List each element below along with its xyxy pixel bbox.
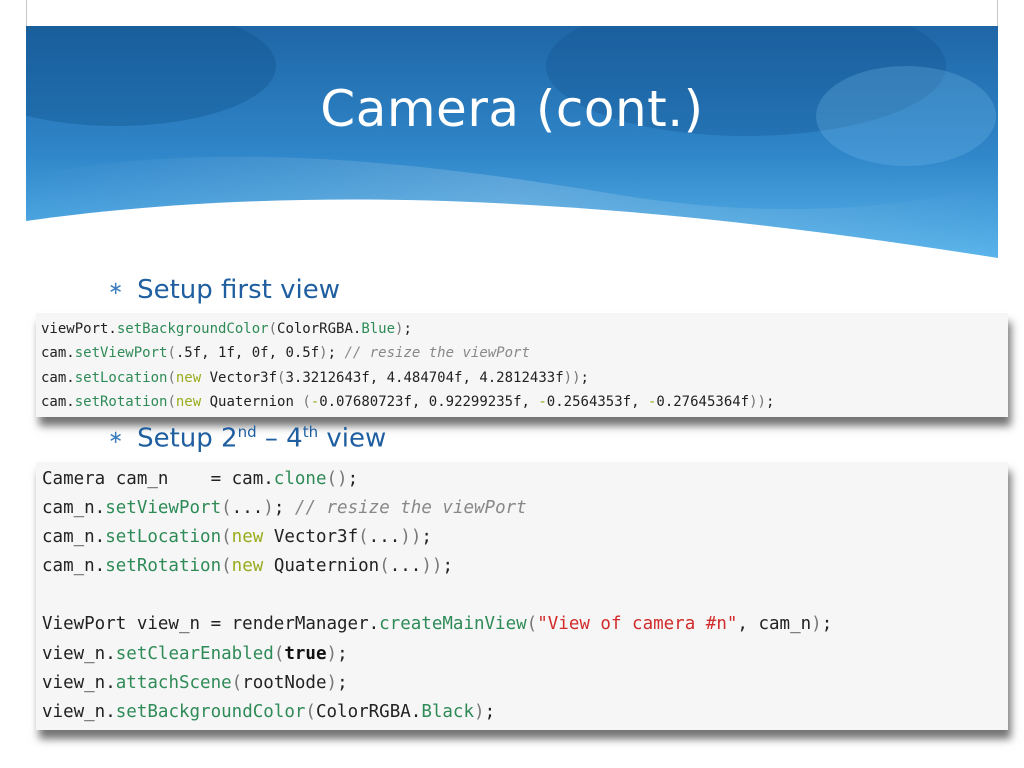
code-line: cam.setRotation(new Quaternion (-0.07680… [41,393,775,410]
code-line: view_n.setBackgroundColor(ColorRGBA.Blac… [42,701,496,722]
code-line: cam_n.setRotation(new Quaternion(...)); [42,556,453,577]
slide-title: Camera (cont.) [320,80,704,138]
code-block-first-view: viewPort.setBackgroundColor(ColorRGBA.Bl… [36,313,1008,417]
code-line: view_n.setClearEnabled(true); [42,643,348,664]
title-banner [26,26,998,258]
code-line: cam.setLocation(new Vector3f(3.3212643f,… [41,369,589,386]
code-line: cam.setViewPort(.5f, 1f, 0f, 0.5f); // r… [41,345,530,362]
bullet-setup-first-view: ∗ Setup first view [108,275,340,305]
bullet-setup-other-views: ∗ Setup 2nd – 4th view [108,423,387,454]
code-line: Camera cam_n = cam.clone(); [42,469,359,489]
slide-top-frame [26,0,998,26]
bullet-asterisk-icon: ∗ [108,426,124,448]
banner-background [26,26,998,258]
code-line: viewPort.setBackgroundColor(ColorRGBA.Bl… [41,321,412,337]
code-line: cam_n.setLocation(new Vector3f(...)); [42,527,432,548]
code-line: cam_n.setViewPort(...); // resize the vi… [42,498,527,519]
bullet-asterisk-icon: ∗ [108,278,124,299]
code-line: view_n.attachScene(rootNode); [42,672,348,693]
bullet-text: Setup first view [137,275,340,305]
code-line: ViewPort view_n = renderManager.createMa… [42,614,833,635]
code-block-other-views: Camera cam_n = cam.clone(); cam_n.setVie… [36,462,1008,730]
